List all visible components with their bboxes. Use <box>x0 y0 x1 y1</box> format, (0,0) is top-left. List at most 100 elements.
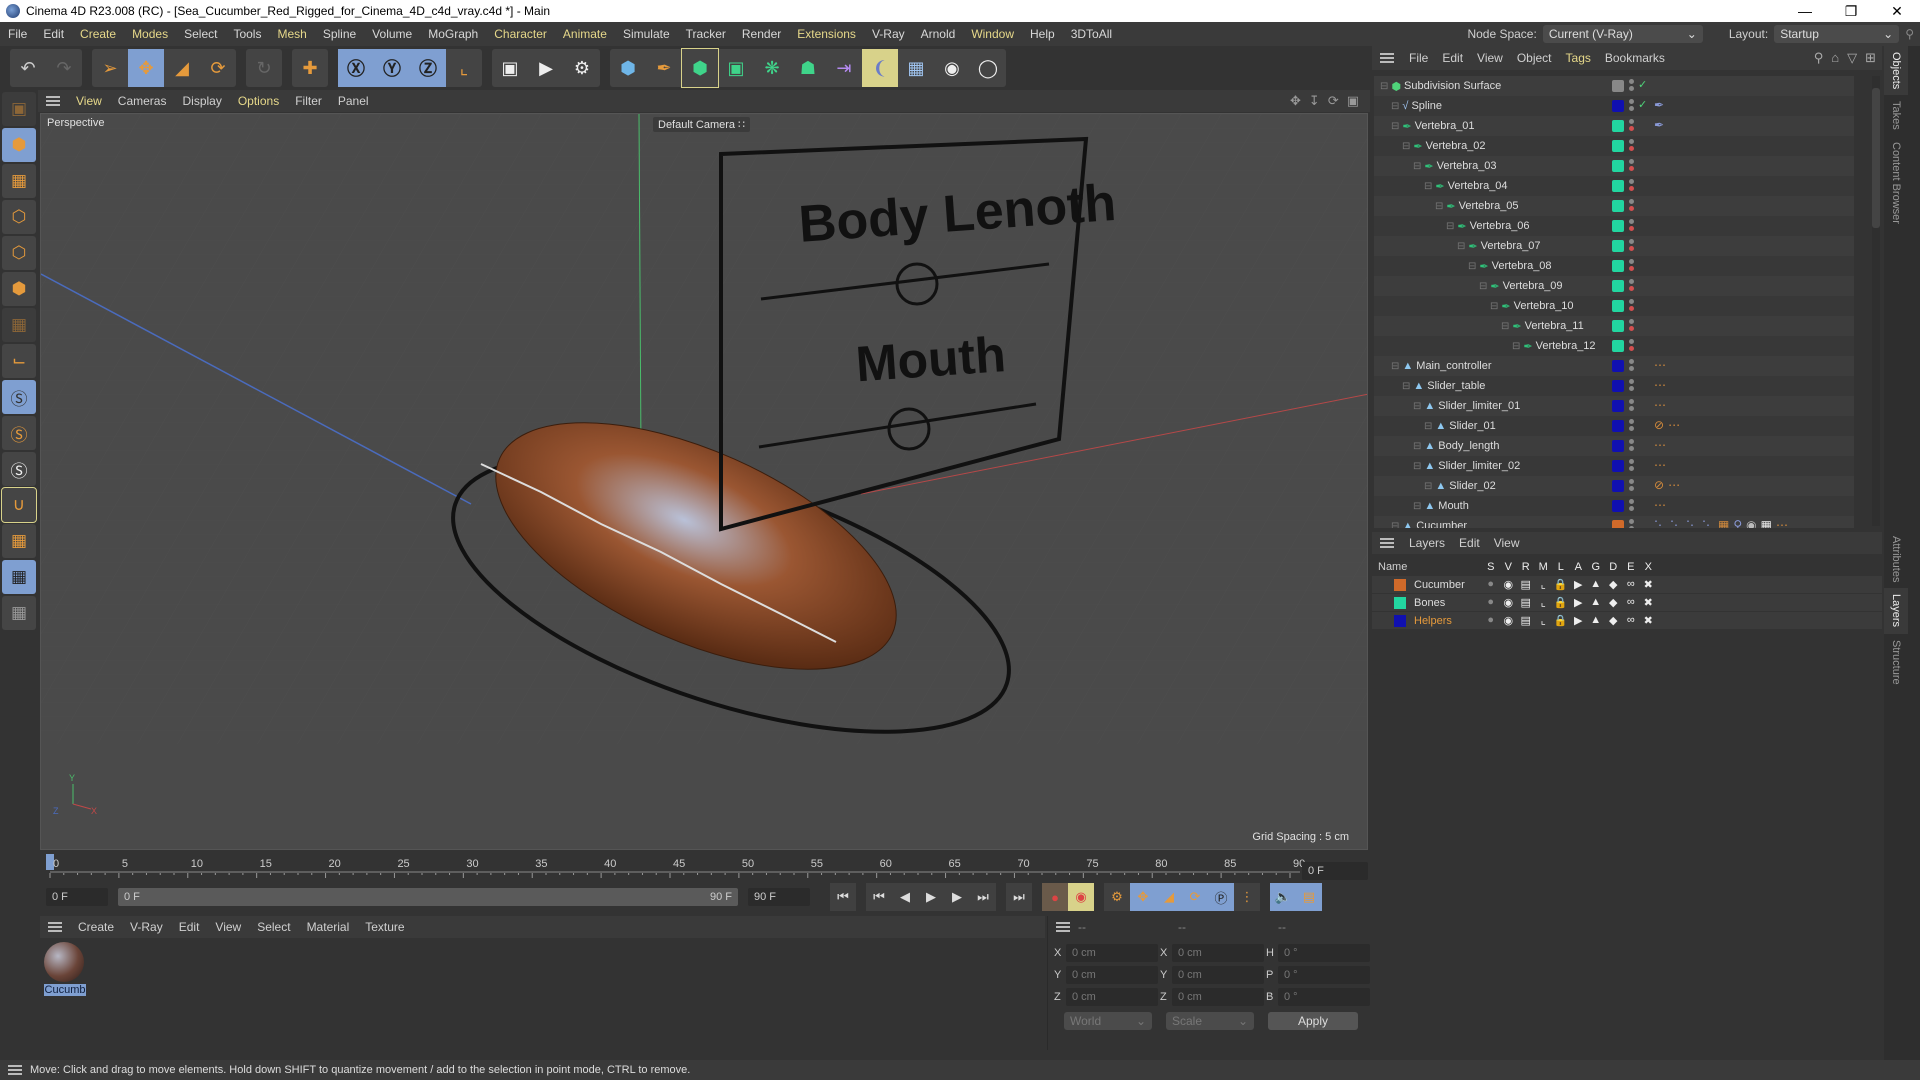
visibility-dots[interactable] <box>1629 499 1635 513</box>
layer-expressions-toggle[interactable]: ∞ <box>1622 578 1640 591</box>
add-tool-button[interactable]: ✚ <box>292 49 328 87</box>
rotation-field[interactable]: 0 ° <box>1278 944 1370 962</box>
solo-selection-button[interactable]: Ⓢ <box>2 416 36 450</box>
camera-label[interactable]: Default Camera ∷ <box>653 117 751 132</box>
layer-color-swatch[interactable] <box>1612 340 1624 352</box>
layer-render-toggle[interactable]: ▤ <box>1517 614 1535 627</box>
menu-simulate[interactable]: Simulate <box>615 27 678 41</box>
menu-cameras[interactable]: Cameras <box>110 94 175 108</box>
layer-row[interactable]: Bones ● ◉ ▤ ⌞ 🔒 ▶ ▲ ◆ ∞ ✖ <box>1372 594 1882 611</box>
layer-xref-toggle[interactable]: ✖ <box>1640 578 1658 591</box>
object-row[interactable]: ⊟ ▲ Slider_limiter_02 ⋯ <box>1374 456 1854 476</box>
axis-mode-button[interactable]: ⌙ <box>2 344 36 378</box>
layer-deformers-toggle[interactable]: ◆ <box>1605 578 1623 591</box>
viewport-hamburger-icon[interactable] <box>46 96 60 106</box>
expand-icon[interactable]: ⊟ <box>1490 301 1498 312</box>
expand-icon[interactable]: ⊟ <box>1391 121 1399 132</box>
object-row[interactable]: ⊟ ▲ Slider_02 ⊘ ⋯ <box>1374 476 1854 496</box>
layer-animation-toggle[interactable]: ▶ <box>1570 578 1588 591</box>
size-field[interactable]: 0 cm <box>1172 966 1264 984</box>
constraint-tag-icon[interactable]: ⋯ <box>1654 358 1666 372</box>
constraint-tag-icon[interactable]: ⋯ <box>1654 378 1666 392</box>
expand-icon[interactable]: ⊟ <box>1424 181 1432 192</box>
menu-edit[interactable]: Edit <box>171 920 208 934</box>
expand-icon[interactable]: ⊟ <box>1424 421 1432 432</box>
texture-tag-icon[interactable]: ▦ <box>1761 518 1772 528</box>
menu-layers[interactable]: Layers <box>1402 536 1452 550</box>
layer-color-swatch[interactable] <box>1612 500 1624 512</box>
tab-content-browser[interactable]: Content Browser <box>1884 136 1908 230</box>
menu-render[interactable]: Render <box>734 27 789 41</box>
coordinate-space-select[interactable]: World ⌄ <box>1064 1012 1152 1030</box>
key-parameter-button[interactable]: Ⓟ <box>1208 883 1234 911</box>
object-row[interactable]: ⊟ ▲ Main_controller ⋯ <box>1374 356 1854 376</box>
key-rotation-button[interactable]: ⟳ <box>1182 883 1208 911</box>
redo-button[interactable]: ↷ <box>46 49 82 87</box>
expand-icon[interactable]: ⊟ <box>1457 241 1465 252</box>
object-scrollbar[interactable] <box>1872 76 1880 526</box>
render-picture-viewer-button[interactable]: ▶ <box>528 49 564 87</box>
objects-hamburger-icon[interactable] <box>1380 53 1394 63</box>
edge-mode-button[interactable]: ⬡ <box>2 236 36 270</box>
visibility-dots[interactable] <box>1629 519 1635 528</box>
menu-file[interactable]: File <box>0 27 35 41</box>
tab-attributes[interactable]: Attributes <box>1884 530 1908 588</box>
expand-icon[interactable]: ⊟ <box>1391 101 1399 112</box>
visibility-dots[interactable] <box>1629 79 1635 93</box>
size-field[interactable]: 0 cm <box>1172 944 1264 962</box>
restore-button[interactable]: ❐ <box>1828 0 1874 22</box>
visibility-dots[interactable] <box>1629 219 1635 233</box>
menu-modes[interactable]: Modes <box>124 27 176 41</box>
ik-spline-tag-icon[interactable]: ✒ <box>1654 118 1664 132</box>
expand-icon[interactable]: ⊟ <box>1479 281 1487 292</box>
expand-icon[interactable]: ⊟ <box>1380 81 1388 92</box>
layer-color-swatch[interactable] <box>1612 100 1624 112</box>
expand-icon[interactable]: ⊟ <box>1446 221 1454 232</box>
rotation-field[interactable]: 0 ° <box>1278 988 1370 1006</box>
layer-color-swatch[interactable] <box>1612 520 1624 528</box>
layer-color-swatch[interactable] <box>1612 160 1624 172</box>
expand-icon[interactable]: ⊟ <box>1413 161 1421 172</box>
layer-manager-toggle[interactable]: ⌞ <box>1535 578 1553 591</box>
array-button[interactable]: ☗ <box>790 49 826 87</box>
position-field[interactable]: 0 cm <box>1066 966 1158 984</box>
object-row[interactable]: ⊟ ▲ Slider_table ⋯ <box>1374 376 1854 396</box>
texture-mode-button[interactable]: ▦ <box>2 164 36 198</box>
layer-color-swatch[interactable] <box>1612 440 1624 452</box>
menu-window[interactable]: Window <box>963 27 1022 41</box>
constraint-tag-icon[interactable]: ⋯ <box>1776 518 1788 528</box>
material-hamburger-icon[interactable] <box>48 922 62 932</box>
object-row[interactable]: ⊟ ✒ Vertebra_10 <box>1374 296 1854 316</box>
expand-icon[interactable]: ⊟ <box>1435 201 1443 212</box>
frame-range-slider[interactable]: 0 F 90 F <box>118 888 738 906</box>
visibility-dots[interactable] <box>1629 459 1635 473</box>
key-pla-button[interactable]: ⋮ <box>1234 883 1260 911</box>
visibility-dots[interactable] <box>1629 419 1635 433</box>
pan-view-icon[interactable]: ✥ <box>1290 93 1301 109</box>
y-axis-lock-button[interactable]: Ⓨ <box>374 49 410 87</box>
scrollbar-thumb[interactable] <box>1872 88 1880 228</box>
menu-edit[interactable]: Edit <box>35 27 72 41</box>
visibility-dots[interactable] <box>1629 339 1635 353</box>
psr-lock-button[interactable]: ↻ <box>246 49 282 87</box>
scale-tool-button[interactable]: ◢ <box>164 49 200 87</box>
point-mode-button[interactable]: ⬡ <box>2 200 36 234</box>
symmetry-button[interactable]: ⇥ <box>826 49 862 87</box>
layer-color-swatch[interactable] <box>1612 200 1624 212</box>
object-row[interactable]: ⊟ ✒ Vertebra_05 <box>1374 196 1854 216</box>
rotate-view-icon[interactable]: ⟳ <box>1328 93 1339 109</box>
menu-create[interactable]: Create <box>70 920 122 934</box>
layer-color-swatch[interactable] <box>1612 320 1624 332</box>
layer-row[interactable]: Helpers ● ◉ ▤ ⌞ 🔒 ▶ ▲ ◆ ∞ ✖ <box>1372 612 1882 629</box>
visibility-dots[interactable] <box>1629 199 1635 213</box>
layer-expressions-toggle[interactable]: ∞ <box>1622 596 1640 609</box>
layer-solo-toggle[interactable]: ● <box>1482 614 1500 627</box>
visibility-dots[interactable] <box>1629 319 1635 333</box>
object-row[interactable]: ⊟ ✒ Vertebra_08 <box>1374 256 1854 276</box>
render-settings-button[interactable]: ⚙ <box>564 49 600 87</box>
node-space-select[interactable]: Current (V-Ray) ⌄ <box>1542 25 1703 43</box>
cloner-button[interactable]: ❋ <box>754 49 790 87</box>
menu-select[interactable]: Select <box>249 920 298 934</box>
polygon-mode-button[interactable]: ⬢ <box>2 272 36 306</box>
layer-generators-toggle[interactable]: ▲ <box>1587 614 1605 627</box>
